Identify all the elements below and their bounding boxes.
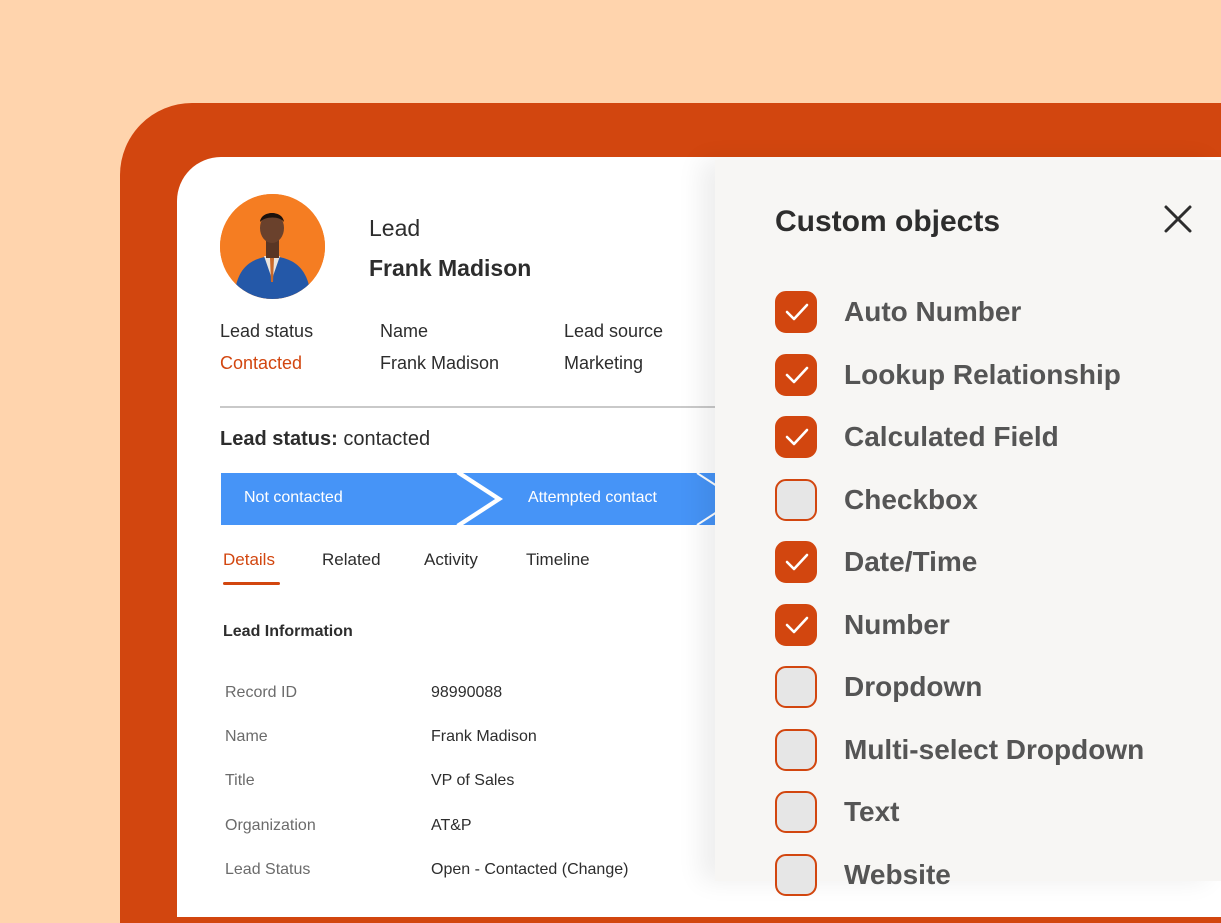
checkbox-multi-select-dropdown[interactable] bbox=[775, 728, 817, 771]
summary-name-value: Frank Madison bbox=[380, 353, 500, 373]
lead-avatar bbox=[220, 194, 325, 299]
pipeline-stage-attempted-contact[interactable]: Attempted contact bbox=[528, 489, 657, 507]
custom-objects-panel: Custom objects Auto Number Lookup Relatio… bbox=[715, 160, 1221, 896]
option-label-checkbox: Checkbox bbox=[844, 483, 978, 515]
option-date-time[interactable]: Date/Time bbox=[775, 541, 1215, 585]
option-dropdown[interactable]: Dropdown bbox=[775, 666, 1215, 710]
checkbox-calculated-field[interactable] bbox=[775, 416, 817, 458]
checkbox-checkbox[interactable] bbox=[775, 478, 817, 521]
option-auto-number[interactable]: Auto Number bbox=[775, 291, 1215, 335]
active-tab-indicator bbox=[223, 582, 280, 585]
option-label-auto-number: Auto Number bbox=[844, 296, 1022, 327]
tab-related[interactable]: Related bbox=[322, 550, 381, 570]
option-number[interactable]: Number bbox=[775, 603, 1215, 648]
record-type-label: Lead bbox=[369, 215, 421, 241]
person-photo-icon bbox=[220, 194, 325, 299]
close-button[interactable] bbox=[1163, 204, 1193, 234]
field-value-name: Frank Madison bbox=[431, 728, 537, 745]
tab-activity[interactable]: Activity bbox=[424, 550, 478, 570]
checkbox-dropdown[interactable] bbox=[775, 666, 817, 708]
field-label-lead-status: Lead Status bbox=[225, 861, 311, 878]
pipeline-stage-not-contacted[interactable]: Not contacted bbox=[244, 489, 343, 507]
summary-name-label: Name bbox=[380, 321, 429, 341]
field-label-name: Name bbox=[225, 728, 268, 745]
option-website[interactable]: Website bbox=[775, 853, 1215, 898]
field-label-record-id: Record ID bbox=[225, 684, 298, 701]
section-title-lead-information: Lead Information bbox=[223, 623, 353, 640]
checkbox-number[interactable] bbox=[775, 603, 817, 646]
tab-timeline[interactable]: Timeline bbox=[526, 550, 590, 570]
field-label-title: Title bbox=[225, 772, 255, 789]
option-label-website: Website bbox=[844, 858, 951, 890]
lead-status-line-label: Lead status: bbox=[220, 428, 338, 450]
option-text[interactable]: Text bbox=[775, 791, 1215, 835]
checkmark-icon bbox=[785, 366, 809, 383]
tab-details[interactable]: Details bbox=[223, 550, 275, 570]
summary-lead-source-value: Marketing bbox=[564, 353, 644, 373]
checkbox-auto-number[interactable] bbox=[775, 291, 817, 333]
checkbox-text[interactable] bbox=[775, 791, 817, 833]
checkmark-icon bbox=[785, 616, 809, 633]
option-calculated-field[interactable]: Calculated Field bbox=[775, 416, 1215, 460]
lead-status-line: Lead status: contacted bbox=[220, 428, 430, 451]
checkbox-lookup-relationship[interactable] bbox=[775, 353, 817, 396]
checkbox-website[interactable] bbox=[775, 853, 817, 896]
option-lookup-relationship[interactable]: Lookup Relationship bbox=[775, 353, 1215, 398]
field-value-title: VP of Sales bbox=[431, 772, 515, 789]
checkmark-icon bbox=[785, 553, 809, 571]
option-label-multi-select-dropdown: Multi-select Dropdown bbox=[844, 733, 1145, 765]
field-value-lead-status[interactable]: Open - Contacted (Change) bbox=[431, 861, 628, 879]
option-label-dropdown: Dropdown bbox=[844, 671, 983, 702]
close-icon bbox=[1164, 205, 1192, 233]
checkmark-icon bbox=[785, 303, 809, 321]
lead-name-heading: Frank Madison bbox=[369, 255, 532, 281]
checkbox-date-time[interactable] bbox=[775, 541, 817, 583]
option-label-calculated-field: Calculated Field bbox=[844, 421, 1059, 452]
option-label-number: Number bbox=[844, 608, 950, 640]
option-multi-select-dropdown[interactable]: Multi-select Dropdown bbox=[775, 728, 1215, 773]
summary-lead-status-label: Lead status bbox=[220, 321, 314, 341]
option-label-lookup-relationship: Lookup Relationship bbox=[844, 358, 1121, 390]
field-value-record-id: 98990088 bbox=[431, 684, 503, 701]
field-value-organization: AT&P bbox=[431, 817, 472, 834]
summary-divider bbox=[220, 406, 740, 408]
panel-title: Custom objects bbox=[775, 205, 1001, 238]
summary-lead-status-value: Contacted bbox=[220, 353, 303, 373]
option-label-date-time: Date/Time bbox=[844, 546, 978, 577]
field-label-organization: Organization bbox=[225, 817, 316, 834]
option-label-text: Text bbox=[844, 796, 900, 827]
status-pipeline: Not contacted Attempted contact bbox=[221, 473, 741, 525]
summary-lead-source-label: Lead source bbox=[564, 321, 664, 341]
option-checkbox[interactable]: Checkbox bbox=[775, 478, 1215, 523]
checkmark-icon bbox=[785, 428, 809, 446]
lead-status-line-value: contacted bbox=[343, 428, 431, 450]
